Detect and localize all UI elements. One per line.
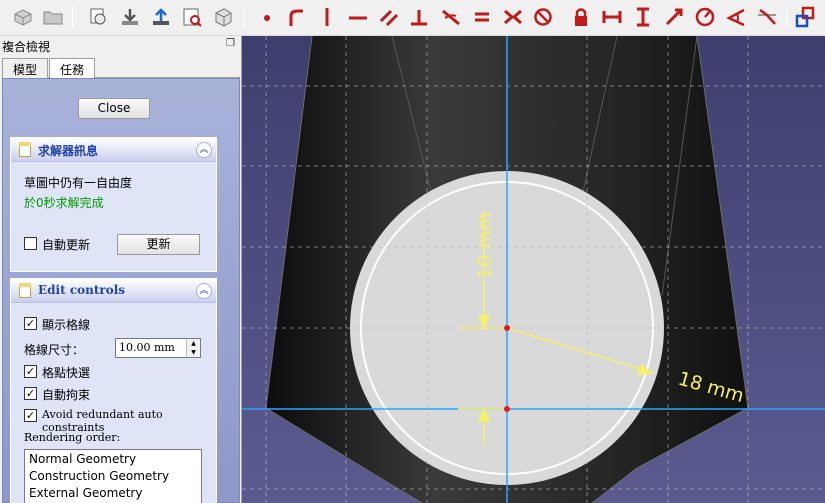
distance-icon[interactable] (661, 4, 687, 30)
view-section-icon[interactable] (179, 4, 205, 30)
dof-message: 草圖中仍有一自由度 (24, 176, 133, 190)
rendering-order-list[interactable]: Normal Geometry Construction Geometry Ex… (24, 449, 202, 503)
grid-snap-label: 格點快選 (42, 366, 91, 380)
snell-icon[interactable] (754, 4, 780, 30)
symmetric-icon[interactable] (500, 4, 526, 30)
grid-size-spinbox[interactable]: 10.00 mm ▲ ▼ (115, 338, 201, 358)
radius-icon[interactable] (692, 4, 718, 30)
task-pane: Close 求解器訊息 ︽ 草圖中仍有一自由度 於0秒求解完成 自動更新 更新 … (2, 78, 240, 503)
stereo-icon[interactable] (210, 4, 236, 30)
spin-arrows-icon[interactable]: ▲ ▼ (186, 339, 200, 357)
toolbar (0, 0, 825, 36)
list-item[interactable]: Normal Geometry (25, 450, 201, 467)
block-icon[interactable] (530, 4, 556, 30)
tab-model[interactable]: 模型 (2, 58, 49, 78)
grid-snap-checkbox[interactable]: ✓ (24, 365, 37, 378)
leave-sketch-icon[interactable] (148, 4, 174, 30)
polyline-icon[interactable] (284, 4, 310, 30)
avoid-redundant-checkbox[interactable]: ✓ (24, 409, 37, 422)
update-button[interactable]: 更新 (117, 234, 200, 255)
lock-icon[interactable] (568, 4, 594, 30)
auto-update-checkbox[interactable] (24, 237, 37, 250)
tab-tasks[interactable]: 任務 (49, 58, 96, 79)
3d-viewport[interactable]: 10 mm 18 mm (242, 36, 825, 503)
rendering-order-label: Rendering order: (24, 431, 121, 444)
equal-icon[interactable] (469, 4, 495, 30)
document-icon (19, 283, 31, 298)
close-button[interactable]: Close (78, 98, 150, 119)
point-icon[interactable] (254, 4, 280, 30)
solver-messages-header[interactable]: 求解器訊息 ︽ (11, 138, 216, 162)
panel-tabs: 模型 任務 (2, 58, 240, 79)
collapse-icon[interactable]: ︽ (196, 283, 212, 299)
toggle-constraint-icon[interactable] (792, 4, 818, 30)
show-grid-label: 顯示格線 (42, 318, 91, 332)
horizontal-distance-icon[interactable] (599, 4, 625, 30)
map-sketch-icon[interactable] (117, 4, 143, 30)
open-folder-icon[interactable] (40, 4, 66, 30)
collapse-icon[interactable]: ︽ (196, 142, 212, 158)
horizontal-line-icon[interactable] (345, 4, 371, 30)
sketch-center-point (504, 325, 510, 331)
combo-view-panel: 複合檢視 ❐ 模型 任務 Close 求解器訊息 ︽ 草圖中仍有一自由度 於0秒… (0, 36, 242, 503)
grid-size-value: 10.00 mm (119, 341, 175, 354)
auto-update-label: 自動更新 (42, 238, 91, 252)
auto-constraints-label: 自動拘束 (42, 388, 91, 402)
solver-messages-title: 求解器訊息 (38, 144, 99, 158)
vertical-distance-icon[interactable] (630, 4, 656, 30)
part-icon[interactable] (10, 4, 36, 30)
perpendicular-icon[interactable] (406, 4, 432, 30)
edit-controls-box: Edit controls ︽ ✓ 顯示格線 格線尺寸： 10.00 mm ▲ ▼… (10, 278, 217, 503)
view-sketch-icon[interactable] (86, 4, 112, 30)
vertical-line-icon[interactable] (314, 4, 340, 30)
document-icon (19, 142, 31, 157)
tangent-icon[interactable] (438, 4, 464, 30)
float-panel-icon[interactable]: ❐ (226, 38, 235, 49)
list-item[interactable]: Construction Geometry (25, 467, 201, 484)
grid-size-label: 格線尺寸： (24, 343, 85, 357)
solved-message: 於0秒求解完成 (24, 196, 104, 210)
auto-constraints-checkbox[interactable]: ✓ (24, 387, 37, 400)
parallel-icon[interactable] (376, 4, 402, 30)
solver-messages-box: 求解器訊息 ︽ 草圖中仍有一自由度 於0秒求解完成 自動更新 更新 (10, 137, 217, 272)
edit-controls-title: Edit controls (38, 283, 126, 297)
angle-icon[interactable] (723, 4, 749, 30)
dimension-label-10mm[interactable]: 10 mm (474, 212, 496, 279)
list-item[interactable]: External Geometry (25, 484, 201, 501)
show-grid-checkbox[interactable]: ✓ (24, 317, 37, 330)
edit-controls-header[interactable]: Edit controls ︽ (11, 279, 216, 303)
sketch-origin-point (504, 406, 510, 412)
sketch-canvas[interactable]: 10 mm 18 mm (242, 36, 825, 503)
panel-title: 複合檢視 (2, 40, 51, 54)
